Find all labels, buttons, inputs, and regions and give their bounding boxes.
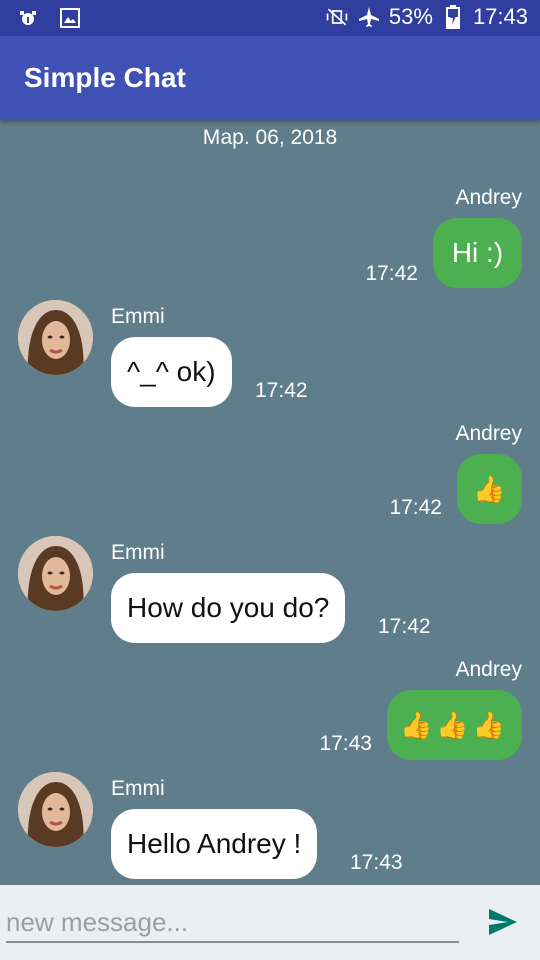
message-time: 17:43: [319, 732, 372, 755]
app-title: Simple Chat: [24, 62, 186, 93]
battery-charging-icon: [441, 5, 465, 29]
author-name: Andrey: [455, 658, 522, 681]
message-bubble[interactable]: ^_^ ok): [111, 337, 232, 407]
message-bubble[interactable]: How do you do?: [111, 573, 346, 643]
message-bubble[interactable]: 👍👍👍: [387, 690, 522, 760]
avatar[interactable]: [18, 300, 93, 375]
avatar-emmi: [18, 536, 93, 611]
app-bar: Simple Chat: [0, 36, 540, 120]
message-input[interactable]: [6, 903, 459, 943]
author-name: Emmi: [111, 777, 165, 800]
author-name: Emmi: [111, 541, 165, 564]
status-clock: 17:43: [472, 4, 528, 29]
avatar-emmi: [18, 772, 93, 847]
send-icon: [489, 909, 517, 935]
status-bar: 53% 17:43: [0, 0, 540, 36]
image-icon: [58, 6, 82, 30]
message-time: 17:42: [255, 379, 308, 402]
message-bubble[interactable]: Hi :): [433, 218, 522, 288]
avatar[interactable]: [18, 536, 93, 611]
chat-list[interactable]: Мар. 06, 2018 Andrey Hi :) 17:42 Emmi ^_…: [0, 120, 540, 885]
avatar[interactable]: [18, 772, 93, 847]
date-header: Мар. 06, 2018: [202, 126, 338, 149]
author-name: Andrey: [455, 186, 522, 209]
message-time: 17:43: [350, 851, 403, 874]
message-time: 17:42: [378, 615, 431, 638]
battery-percent: 53%: [388, 4, 433, 29]
avatar-emmi: [18, 300, 93, 375]
message-bubble[interactable]: 👍: [457, 454, 522, 524]
message-time: 17:42: [389, 496, 442, 519]
status-right: 53% 17:43: [325, 4, 528, 30]
vibrate-off-icon: [325, 5, 349, 29]
author-name: Andrey: [455, 422, 522, 445]
composer-bar: [0, 885, 540, 960]
send-button[interactable]: [486, 905, 520, 939]
message-bubble[interactable]: Hello Andrey !: [111, 809, 318, 879]
status-left: [16, 6, 82, 30]
bug-icon: [16, 6, 40, 30]
airplane-icon: [357, 5, 381, 29]
message-time: 17:42: [365, 262, 418, 285]
author-name: Emmi: [111, 305, 165, 328]
